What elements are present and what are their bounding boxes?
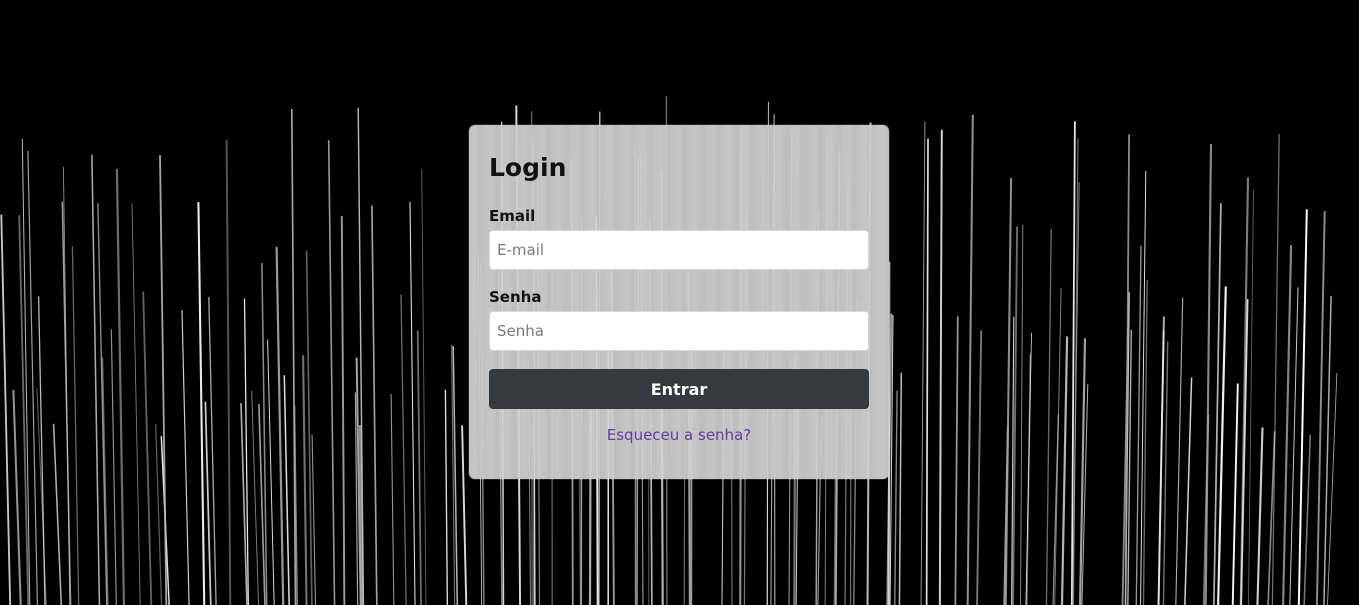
- light-streak: [52, 423, 63, 605]
- email-label: Email: [489, 207, 536, 225]
- light-streak: [1256, 427, 1264, 605]
- light-streak: [61, 201, 72, 605]
- login-page: Login Email Senha Entrar Esqueceu a senh…: [0, 0, 1359, 605]
- light-streak: [267, 339, 275, 605]
- light-streak: [283, 375, 290, 605]
- light-streak: [920, 121, 926, 605]
- light-streak: [976, 330, 983, 605]
- light-streak: [1204, 143, 1213, 605]
- light-streak: [131, 203, 141, 605]
- light-streak: [1025, 332, 1032, 605]
- light-streak: [421, 168, 427, 605]
- light-streak: [409, 201, 416, 605]
- light-streak: [155, 424, 163, 605]
- light-streak: [1231, 383, 1239, 605]
- light-streak: [1282, 245, 1293, 605]
- light-streak: [1162, 341, 1169, 605]
- light-streak: [1248, 189, 1254, 605]
- login-title: Login: [489, 153, 567, 182]
- light-streak: [925, 138, 929, 605]
- password-label: Senha: [489, 288, 542, 306]
- light-streak: [142, 291, 153, 605]
- light-streak: [1175, 297, 1184, 605]
- light-streak: [340, 215, 346, 605]
- light-streak: [311, 434, 317, 605]
- light-streak: [444, 389, 449, 605]
- light-streak: [1140, 170, 1147, 605]
- light-streak: [1060, 336, 1069, 605]
- light-streak: [1004, 178, 1013, 605]
- light-streak: [110, 329, 117, 605]
- light-streak: [225, 139, 232, 605]
- light-streak: [204, 401, 212, 605]
- light-streak: [115, 168, 126, 605]
- light-streak: [1289, 287, 1299, 605]
- email-input[interactable]: [489, 230, 869, 270]
- light-streak: [327, 140, 336, 605]
- light-streak: [251, 390, 260, 605]
- light-streak: [1323, 295, 1332, 605]
- light-streak: [305, 250, 313, 605]
- light-streak: [1184, 377, 1193, 605]
- light-streak: [290, 108, 297, 605]
- light-streak: [1157, 330, 1165, 605]
- light-streak: [101, 357, 109, 605]
- light-streak: [416, 330, 422, 605]
- light-streak: [197, 202, 206, 605]
- light-streak: [27, 150, 38, 605]
- light-streak: [898, 372, 903, 605]
- login-card: Login Email Senha Entrar Esqueceu a senh…: [469, 125, 889, 479]
- light-streak: [461, 425, 468, 605]
- light-streak: [400, 294, 407, 605]
- light-streak: [1271, 133, 1280, 605]
- login-button[interactable]: Entrar: [489, 369, 869, 409]
- light-streak: [0, 214, 12, 605]
- password-input[interactable]: [489, 311, 869, 351]
- light-streak: [1054, 287, 1062, 605]
- light-streak: [1020, 224, 1024, 605]
- light-streak: [390, 393, 395, 605]
- light-streak: [97, 203, 108, 605]
- light-streak: [371, 205, 378, 605]
- light-streak: [1135, 245, 1142, 605]
- light-streak: [12, 389, 22, 605]
- light-streak: [181, 310, 190, 605]
- light-streak: [1315, 211, 1326, 605]
- light-streak: [966, 114, 974, 605]
- light-streak: [894, 390, 898, 605]
- light-streak: [939, 158, 943, 605]
- forgot-password-link[interactable]: Esqueceu a senha?: [489, 426, 869, 444]
- light-streak: [1045, 228, 1052, 605]
- light-streak: [954, 316, 959, 605]
- light-streak: [71, 245, 80, 605]
- light-streak: [159, 155, 168, 605]
- light-streak: [275, 246, 285, 605]
- light-streak: [302, 355, 308, 605]
- light-streak: [1303, 434, 1312, 605]
